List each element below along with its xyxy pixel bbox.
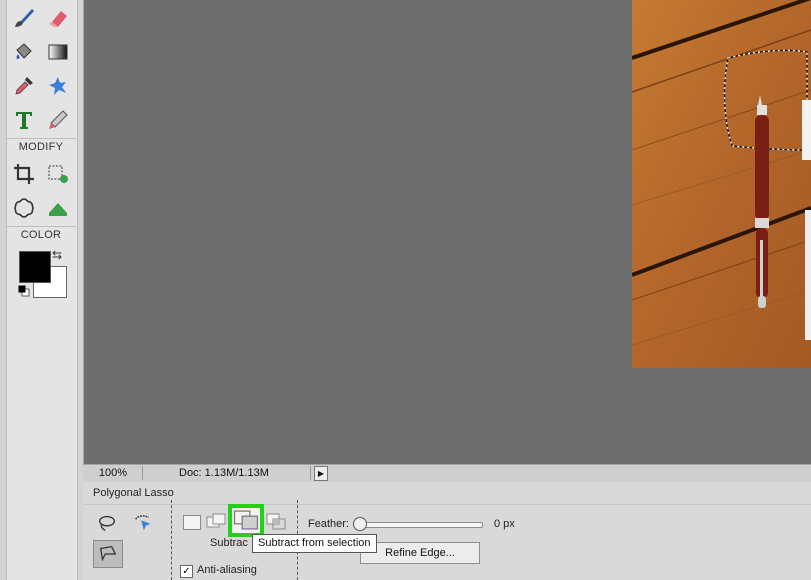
default-colors-icon[interactable]: [18, 284, 30, 297]
feather-label: Feather:: [308, 518, 349, 530]
swap-colors-icon[interactable]: ⇆: [52, 248, 62, 262]
options-divider: [83, 504, 811, 505]
document-image[interactable]: [632, 0, 811, 368]
straighten-icon[interactable]: [44, 194, 72, 222]
eyedropper-icon[interactable]: [10, 72, 38, 100]
magnetic-lasso-icon[interactable]: [129, 510, 157, 536]
tool-name: Polygonal Lasso: [93, 487, 174, 499]
color-label: COLOR: [20, 229, 62, 241]
cookie-cutter-icon[interactable]: [10, 194, 38, 222]
paint-bucket-icon[interactable]: [10, 38, 38, 66]
gradient-icon[interactable]: [44, 38, 72, 66]
foreground-color-swatch[interactable]: [19, 251, 51, 283]
anti-aliasing-checkbox[interactable]: ✓: [180, 565, 193, 578]
crop-icon[interactable]: [10, 160, 38, 188]
eraser-icon[interactable]: [44, 4, 72, 32]
custom-shape-icon[interactable]: [44, 72, 72, 100]
modify-label: MODIFY: [18, 141, 64, 153]
anti-aliasing-label: Anti-aliasing: [197, 564, 257, 576]
subtract-from-selection-button[interactable]: [228, 504, 264, 537]
lasso-tool-icon[interactable]: [93, 510, 121, 536]
feather-slider[interactable]: [355, 522, 483, 528]
document-size: Doc: 1.13M/1.13M: [179, 467, 269, 479]
pencil-icon[interactable]: [44, 106, 72, 134]
selection-mode-label: Subtrac: [210, 537, 248, 549]
add-to-selection-icon[interactable]: [206, 513, 228, 531]
tool-options-bar: Polygonal Lasso Subtrac Feather: 0 px Re…: [83, 482, 811, 580]
feather-value: 0 px: [494, 518, 515, 530]
type-icon[interactable]: [10, 106, 38, 134]
feather-slider-thumb[interactable]: [353, 517, 367, 531]
new-selection-icon[interactable]: [181, 513, 203, 531]
polygonal-lasso-icon[interactable]: [93, 540, 123, 568]
subtract-from-selection-icon: [233, 510, 259, 530]
brush-icon[interactable]: [10, 4, 38, 32]
status-bar: 100% Doc: 1.13M/1.13M ▶: [83, 464, 811, 483]
toolbox: MODIFY COLOR ⇆: [0, 0, 84, 580]
status-divider: [310, 466, 311, 480]
status-menu-arrow-icon[interactable]: ▶: [314, 466, 328, 481]
intersect-selection-icon[interactable]: [266, 513, 288, 531]
toolbox-divider: [6, 226, 76, 227]
tooltip: Subtract from selection: [252, 534, 377, 553]
wood-desk-photo: [632, 0, 811, 368]
options-separator: [171, 500, 172, 580]
refine-edge-button[interactable]: Refine Edge...: [360, 542, 480, 564]
toolbox-divider: [6, 138, 76, 139]
zoom-level[interactable]: 100%: [84, 466, 143, 480]
recompose-icon[interactable]: [44, 160, 72, 188]
